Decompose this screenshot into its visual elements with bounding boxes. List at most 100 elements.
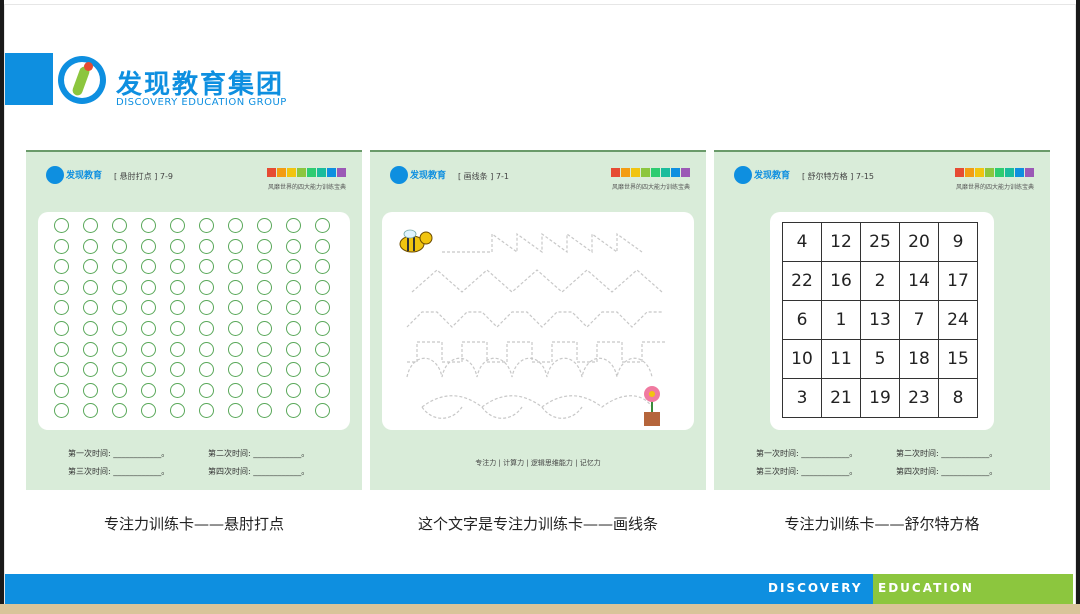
schulte-row: 22 16 2 14 17 — [782, 261, 978, 301]
right-edge — [1076, 0, 1080, 614]
dot-panel — [38, 212, 350, 430]
dot-circle — [228, 362, 243, 378]
dot-circle — [228, 218, 243, 233]
dot-circle — [286, 320, 301, 336]
circle-grid — [54, 218, 344, 424]
dot-circle — [170, 218, 185, 233]
badge-strip — [267, 168, 346, 177]
caption-card-3: 专注力训练卡——舒尔特方格 — [784, 515, 980, 533]
card-header: 发现教育 [ 悬肘打点 ] 7-9 风靡世界的四大能力训练宝典 — [26, 152, 362, 192]
dot-circle — [257, 320, 272, 336]
dot-circle — [170, 382, 185, 398]
dot-circle — [199, 259, 214, 275]
dot-circle — [141, 300, 156, 316]
dot-circle — [315, 362, 330, 378]
dot-circle — [315, 300, 330, 316]
schulte-cell: 20 — [899, 222, 939, 262]
dot-circle — [141, 279, 156, 295]
time-label: 第一次时间: ____________。 — [756, 449, 858, 458]
dot-circle — [170, 320, 185, 336]
dot-circle — [286, 218, 301, 233]
schulte-cell: 23 — [899, 378, 939, 418]
dot-circle — [83, 403, 98, 419]
dot-circle — [54, 403, 69, 419]
brand-icon — [46, 166, 64, 184]
dot-circle — [112, 218, 127, 233]
dot-circle — [257, 238, 272, 254]
tracing-panel — [382, 212, 694, 430]
card-title: [ 画线条 ] 7-1 — [458, 172, 509, 181]
card-tagline: 风靡世界的四大能力训练宝典 — [267, 184, 346, 191]
dot-circle — [54, 259, 69, 275]
accent-block — [5, 53, 53, 105]
schulte-cell: 18 — [899, 339, 939, 379]
dot-circle — [112, 320, 127, 336]
dot-circle — [228, 382, 243, 398]
dot-circle — [170, 279, 185, 295]
bee-icon — [399, 229, 433, 253]
card-tagline: 风靡世界的四大能力训练宝典 — [955, 184, 1034, 191]
dot-circle — [141, 259, 156, 275]
card-brand: 发现教育 — [410, 171, 447, 181]
dot-circle — [257, 362, 272, 378]
dot-circle — [286, 382, 301, 398]
dot-circle — [141, 218, 156, 233]
dot-circle — [54, 362, 69, 378]
dot-circle — [170, 362, 185, 378]
dot-circle — [112, 362, 127, 378]
dot-circle — [141, 320, 156, 336]
dot-circle — [83, 320, 98, 336]
dot-circle — [54, 341, 69, 357]
dot-circle — [83, 300, 98, 316]
dot-circle — [315, 341, 330, 357]
logo-text-en: DISCOVERY EDUCATION GROUP — [116, 97, 287, 108]
dot-circle — [228, 341, 243, 357]
dot-circle — [141, 382, 156, 398]
dot-circle — [170, 238, 185, 254]
dot-circle — [286, 341, 301, 357]
logo-icon — [58, 56, 106, 104]
dot-circle — [228, 259, 243, 275]
schulte-cell: 12 — [821, 222, 861, 262]
dot-circle — [54, 300, 69, 316]
dot-circle — [315, 403, 330, 419]
card-header: 发现教育 [ 画线条 ] 7-1 风靡世界的四大能力训练宝典 — [370, 152, 706, 192]
schulte-row: 6 1 13 7 24 — [782, 300, 978, 340]
time-label: 第四次时间: ____________。 — [896, 467, 998, 476]
dot-circle — [83, 362, 98, 378]
dot-circle — [112, 403, 127, 419]
dot-circle — [228, 320, 243, 336]
dot-circle — [286, 300, 301, 316]
dot-circle — [199, 403, 214, 419]
dot-circle — [257, 382, 272, 398]
dot-circle — [286, 279, 301, 295]
schulte-row: 4 12 25 20 9 — [782, 222, 978, 262]
schulte-cell: 5 — [860, 339, 900, 379]
schulte-cell: 11 — [821, 339, 861, 379]
footer-text-education: EDUCATION — [878, 581, 974, 595]
card-header: 发现教育 [ 舒尔特方格 ] 7-15 风靡世界的四大能力训练宝典 — [714, 152, 1050, 192]
dot-circle — [170, 259, 185, 275]
dot-circle — [83, 341, 98, 357]
card-title: [ 舒尔特方格 ] 7-15 — [802, 172, 875, 181]
schulte-cell: 3 — [782, 378, 822, 418]
brand-icon — [390, 166, 408, 184]
dot-circle — [141, 362, 156, 378]
schulte-cell: 13 — [860, 300, 900, 340]
dot-circle — [257, 403, 272, 419]
badge-strip — [611, 168, 690, 177]
dot-circle — [170, 300, 185, 316]
time-label: 第三次时间: ____________。 — [756, 467, 858, 476]
dot-circle — [83, 259, 98, 275]
bottom-edge — [0, 604, 1080, 614]
schulte-row: 3 21 19 23 8 — [782, 378, 978, 418]
schulte-cell: 9 — [938, 222, 978, 262]
badge-strip — [955, 168, 1034, 177]
card-tagline: 风靡世界的四大能力训练宝典 — [611, 184, 690, 191]
card-schulte-grid: 发现教育 [ 舒尔特方格 ] 7-15 风靡世界的四大能力训练宝典 4 12 25 2… — [714, 150, 1050, 490]
dot-circle — [112, 238, 127, 254]
dot-circle — [315, 259, 330, 275]
dot-circle — [112, 341, 127, 357]
schulte-cell: 21 — [821, 378, 861, 418]
dot-circle — [257, 218, 272, 233]
